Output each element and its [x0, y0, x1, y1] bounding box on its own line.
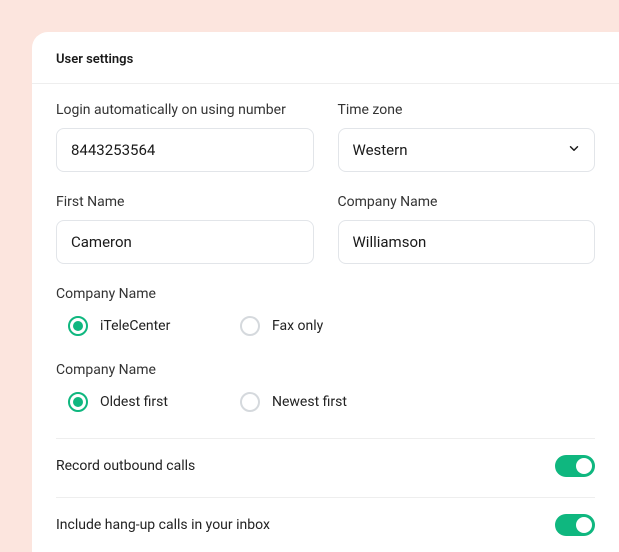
radio-group-1-label: Company Name: [56, 286, 595, 302]
radio-icon: [240, 392, 260, 412]
settings-panel: User settings Login automatically on usi…: [32, 32, 619, 552]
toggle-row-include-hangup: Include hang-up calls in your inbox: [56, 500, 595, 550]
divider: [56, 438, 595, 439]
login-number-input[interactable]: [56, 128, 314, 172]
time-zone-label: Time zone: [338, 102, 596, 118]
radio-group-2-label: Company Name: [56, 362, 595, 378]
time-zone-select[interactable]: [338, 128, 596, 172]
record-outbound-toggle[interactable]: [555, 455, 595, 477]
radio-itelecenter[interactable]: iTeleCenter: [68, 316, 208, 336]
radio-icon: [68, 316, 88, 336]
radio-label: Fax only: [272, 318, 323, 334]
company-name-label: Company Name: [338, 194, 596, 210]
company-name-field: Company Name: [338, 194, 596, 264]
toggle-label: Record outbound calls: [56, 458, 195, 474]
first-name-field: First Name: [56, 194, 314, 264]
radio-label: iTeleCenter: [100, 318, 170, 334]
radio-group-1: iTeleCenter Fax only: [56, 316, 595, 336]
divider: [56, 497, 595, 498]
radio-label: Newest first: [272, 394, 347, 410]
radio-newest-first[interactable]: Newest first: [240, 392, 380, 412]
panel-body: Login automatically on using number Time…: [32, 84, 619, 552]
login-number-label: Login automatically on using number: [56, 102, 314, 118]
first-name-input[interactable]: [56, 220, 314, 264]
radio-fax-only[interactable]: Fax only: [240, 316, 380, 336]
radio-group-2: Oldest first Newest first: [56, 392, 595, 412]
include-hangup-toggle[interactable]: [555, 514, 595, 536]
radio-icon: [68, 392, 88, 412]
radio-oldest-first[interactable]: Oldest first: [68, 392, 208, 412]
radio-label: Oldest first: [100, 394, 168, 410]
first-name-label: First Name: [56, 194, 314, 210]
company-name-input[interactable]: [338, 220, 596, 264]
login-number-field: Login automatically on using number: [56, 102, 314, 172]
time-zone-field: Time zone: [338, 102, 596, 172]
toggle-label: Include hang-up calls in your inbox: [56, 517, 270, 533]
page-title: User settings: [32, 32, 619, 84]
toggle-row-record-outbound: Record outbound calls: [56, 441, 595, 491]
radio-icon: [240, 316, 260, 336]
